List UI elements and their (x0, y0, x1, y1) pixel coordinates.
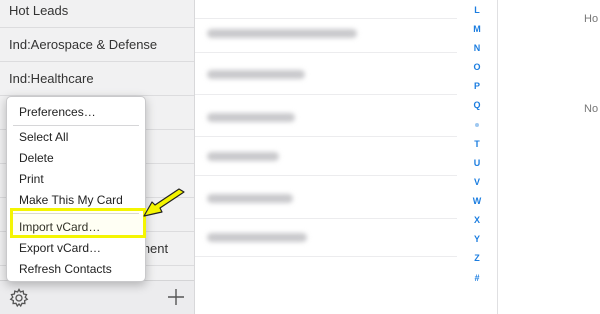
list-divider (195, 218, 457, 219)
group-label: Ind:Aerospace & Defense (9, 37, 158, 52)
list-divider (195, 94, 457, 95)
alphabet-index: L M N O P Q T U V W X Y Z # (466, 0, 488, 314)
gear-icon[interactable] (9, 288, 29, 308)
index-letter-l[interactable]: L (466, 5, 488, 15)
list-divider (195, 175, 457, 176)
yellow-arrow-annotation (143, 188, 185, 217)
import-vcard-highlight (10, 208, 146, 238)
plus-icon[interactable] (166, 287, 186, 307)
contact-name-blurred[interactable] (207, 194, 293, 203)
contact-name-blurred[interactable] (207, 70, 305, 79)
menu-separator (13, 125, 139, 126)
index-letter-w[interactable]: W (466, 196, 488, 206)
index-letter-z[interactable]: Z (466, 253, 488, 263)
group-aerospace-defense[interactable]: Ind:Aerospace & Defense (0, 28, 194, 62)
group-healthcare[interactable]: Ind:Healthcare (0, 62, 194, 96)
menu-item-select-all[interactable]: Select All (19, 130, 68, 144)
detail-text-1: Ho (584, 13, 599, 25)
index-letter-y[interactable]: Y (466, 234, 488, 244)
menu-item-print[interactable]: Print (19, 172, 44, 186)
contact-name-blurred[interactable] (207, 113, 295, 122)
index-letter-u[interactable]: U (466, 158, 488, 168)
sidebar-toolbar (0, 280, 194, 314)
contact-list (195, 0, 457, 314)
index-letter-n[interactable]: N (466, 43, 488, 53)
index-dot[interactable] (475, 123, 479, 127)
contact-detail-pane: Ho No (497, 0, 600, 314)
index-letter-p[interactable]: P (466, 81, 488, 91)
index-letter-x[interactable]: X (466, 215, 488, 225)
list-divider (195, 18, 457, 19)
menu-item-preferences[interactable]: Preferences… (19, 105, 96, 119)
menu-item-make-my-card[interactable]: Make This My Card (19, 193, 123, 207)
group-label: Hot Leads (9, 3, 69, 18)
list-divider (195, 256, 457, 257)
index-letter-t[interactable]: T (466, 139, 488, 149)
settings-menu: Preferences… Select All Delete Print Mak… (6, 96, 146, 282)
group-hot-leads[interactable]: Hot Leads (0, 0, 194, 28)
index-letter-q[interactable]: Q (466, 100, 488, 110)
index-letter-hash[interactable]: # (466, 273, 488, 283)
index-letter-m[interactable]: M (466, 24, 488, 34)
contact-name-blurred[interactable] (207, 29, 357, 38)
menu-item-refresh-contacts[interactable]: Refresh Contacts (19, 262, 112, 276)
index-letter-o[interactable]: O (466, 62, 488, 72)
menu-item-export-vcard[interactable]: Export vCard… (19, 241, 101, 255)
index-letter-v[interactable]: V (466, 177, 488, 187)
contact-name-blurred[interactable] (207, 233, 307, 242)
list-divider (195, 52, 457, 53)
group-label: Ind:Healthcare (9, 71, 94, 86)
list-divider (195, 136, 457, 137)
detail-text-2: No (584, 103, 599, 115)
menu-item-delete[interactable]: Delete (19, 151, 54, 165)
contact-name-blurred[interactable] (207, 152, 279, 161)
